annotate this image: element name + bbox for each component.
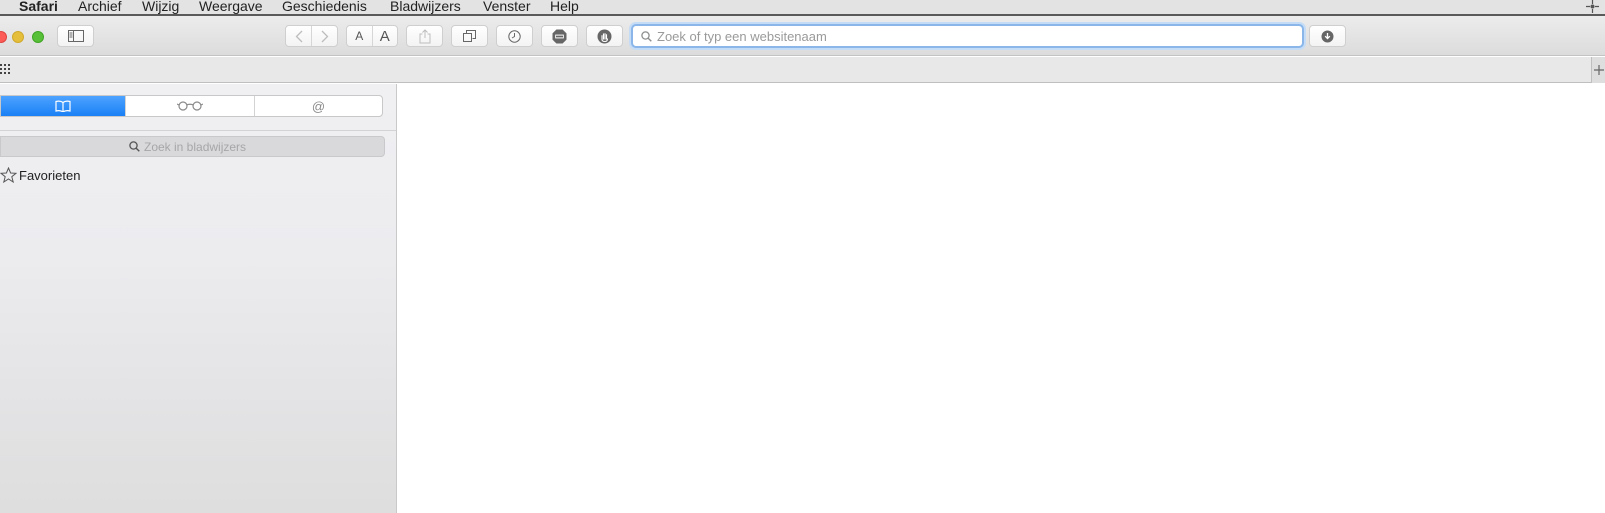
tabs-icon xyxy=(463,30,476,42)
chevron-right-icon xyxy=(321,30,329,42)
history-button[interactable] xyxy=(496,25,533,47)
menu-help[interactable]: Help xyxy=(550,0,579,15)
menu-archief[interactable]: Archief xyxy=(78,0,122,15)
adblock-plus-icon xyxy=(552,29,567,43)
plus-icon xyxy=(1594,65,1604,75)
address-input[interactable] xyxy=(633,26,1302,46)
menu-app-safari[interactable]: Safari xyxy=(19,0,58,15)
downloads-button[interactable] xyxy=(1309,25,1346,47)
sidebar-separator xyxy=(0,130,396,131)
new-tab-button[interactable] xyxy=(1591,57,1605,83)
adblock-button[interactable] xyxy=(586,25,623,47)
tab-bookmarks[interactable] xyxy=(1,96,125,116)
sidebar-item-label: Favorieten xyxy=(19,167,81,183)
bookmarks-search-input[interactable] xyxy=(144,139,256,154)
tabs-overview-button[interactable] xyxy=(451,25,488,47)
text-size-group: A A xyxy=(346,25,398,47)
sidebar-toggle-button[interactable] xyxy=(57,25,94,47)
hand-stop-icon xyxy=(597,29,612,43)
star-icon xyxy=(0,167,17,183)
menu-geschiedenis[interactable]: Geschiedenis xyxy=(282,0,367,15)
zoom-window-button[interactable] xyxy=(32,31,44,43)
glasses-icon xyxy=(177,101,203,111)
sidebar-item-favorieten[interactable]: Favorieten xyxy=(0,165,80,185)
close-window-button[interactable] xyxy=(0,31,7,43)
top-sites-grid-icon[interactable] xyxy=(0,64,10,74)
back-button[interactable] xyxy=(286,26,311,46)
menu-wijzig[interactable]: Wijzig xyxy=(142,0,179,15)
tab-reading-list[interactable] xyxy=(125,96,254,116)
web-content-area[interactable] xyxy=(398,84,1605,513)
back-forward-group xyxy=(285,25,338,47)
menu-weergave[interactable]: Weergave xyxy=(199,0,263,15)
bookmarks-search xyxy=(0,136,385,157)
chevron-left-icon xyxy=(295,30,303,42)
share-button[interactable] xyxy=(406,25,443,47)
minimize-window-button[interactable] xyxy=(12,31,24,43)
clock-icon xyxy=(508,29,521,43)
toolbar: A A xyxy=(0,16,1605,56)
adblock-plus-button[interactable] xyxy=(541,25,578,47)
share-icon xyxy=(419,28,430,43)
download-icon xyxy=(1321,30,1334,42)
address-bar xyxy=(631,24,1304,48)
sidebar-icon xyxy=(67,30,84,42)
text-larger-button[interactable]: A xyxy=(371,26,398,46)
search-icon xyxy=(129,141,140,152)
menu-venster[interactable]: Venster xyxy=(483,0,530,15)
forward-button[interactable] xyxy=(311,26,337,46)
bookmarks-bar xyxy=(0,57,1605,83)
search-icon xyxy=(641,31,652,42)
sidebar-tab-control: @ xyxy=(0,95,383,117)
text-smaller-button[interactable]: A xyxy=(347,26,372,46)
tab-shared-links[interactable]: @ xyxy=(254,96,382,116)
menubar-status-icon[interactable] xyxy=(1586,0,1599,13)
menu-bar: Safari Archief Wijzig Weergave Geschiede… xyxy=(0,0,1605,16)
book-icon xyxy=(55,100,71,112)
sidebar: @ Favorieten xyxy=(0,84,397,513)
menu-bladwijzers[interactable]: Bladwijzers xyxy=(390,0,461,15)
